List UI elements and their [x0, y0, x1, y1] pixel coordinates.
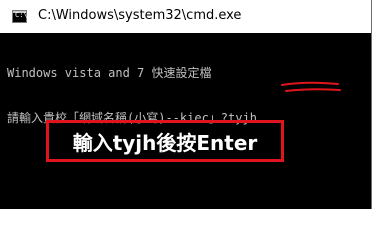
- cmd-console-icon: C:\: [12, 10, 28, 23]
- console-line: Windows vista and 7 快速設定檔: [7, 66, 212, 80]
- window-title: C:\Windows\system32\cmd.exe: [38, 8, 242, 23]
- title-bar[interactable]: C:\ C:\Windows\system32\cmd.exe: [0, 0, 371, 33]
- icon-glyph: C:\: [15, 11, 28, 19]
- annotation-box: 輸入tyjh後按Enter: [46, 120, 284, 162]
- annotation-underline: [281, 81, 341, 92]
- cmd-window: C:\ C:\Windows\system32\cmd.exe Windows …: [0, 0, 372, 209]
- annotation-text: 輸入tyjh後按Enter: [72, 130, 258, 155]
